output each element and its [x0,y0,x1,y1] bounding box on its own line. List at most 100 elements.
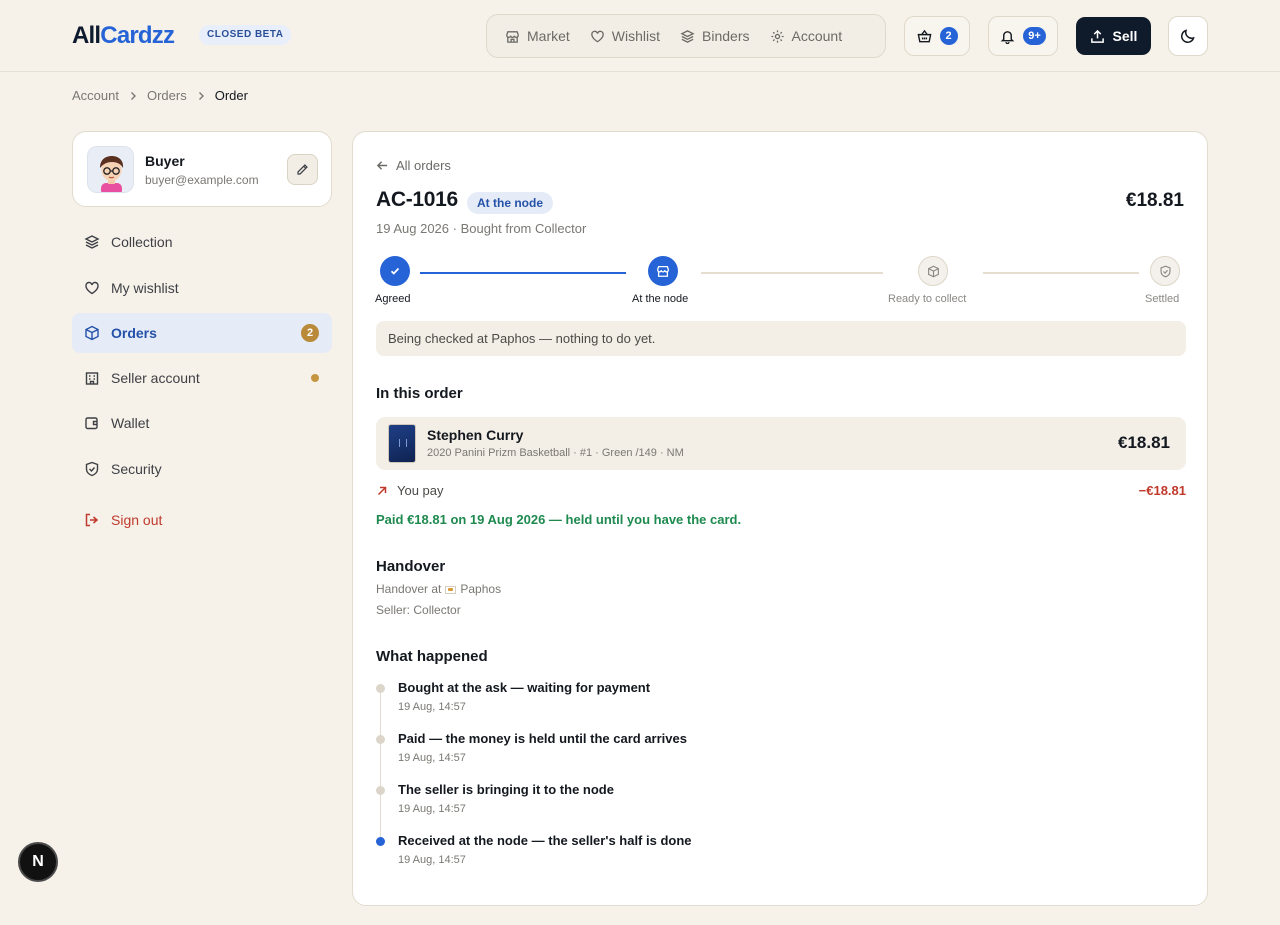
edit-profile-button[interactable] [287,154,318,185]
pencil-icon [297,164,308,175]
building-icon [85,372,99,385]
timeline-dot [376,786,385,795]
paid-note: Paid €18.81 on 19 Aug 2026 — held until … [376,512,742,527]
sidebar-item-orders[interactable]: Orders 2 [72,313,332,353]
step-label-agreed: Agreed [375,293,411,305]
item-price: €18.81 [1118,433,1170,452]
theme-toggle-button[interactable] [1168,16,1208,56]
timeline-dot-current [376,837,385,846]
sidebar-item-collection[interactable]: Collection [72,222,332,262]
nav-wishlist[interactable]: Wishlist [580,20,670,52]
profile-email: buyer@example.com [145,173,259,187]
gear-icon [770,29,784,43]
profile-card: Buyer buyer@example.com [72,131,332,207]
sign-out-button[interactable]: Sign out [72,500,332,540]
timeline-event-title: The seller is bringing it to the node [398,782,614,797]
bell-icon [1000,30,1015,44]
item-name: Stephen Curry [427,427,524,443]
order-detail-card: All orders AC-1016 At the node €18.81 19… [352,131,1208,906]
step-label-node: At the node [632,293,689,305]
beta-badge: CLOSED BETA [199,25,292,45]
store-icon [657,265,669,277]
nav-binders[interactable]: Binders [670,20,759,52]
step-ready-indicator [918,256,948,286]
cart-count: 2 [939,27,958,45]
pay-label: You pay [397,483,444,498]
step-label-settled: Settled [1145,293,1180,305]
timeline-event-title: Bought at the ask — waiting for payment [398,680,651,695]
sidebar-item-security[interactable]: Security [72,449,332,489]
profile-name: Buyer [145,153,185,169]
chevron-right-icon [198,91,204,100]
breadcrumb-order: Order [214,88,248,103]
timeline-dot [376,684,385,693]
handover-title: Handover [376,558,446,575]
shield-icon [1159,265,1171,277]
avatar [87,146,134,193]
step-node-indicator [648,256,678,286]
back-to-orders-link[interactable]: All orders [376,158,451,173]
check-icon [390,267,400,275]
breadcrumb-orders[interactable]: Orders [147,88,187,103]
avatar-illustration [100,156,124,192]
step-agreed-indicator [380,256,410,286]
timeline-line [380,688,381,838]
step-connector-pending [983,272,1139,274]
box-icon [927,265,939,277]
notifications-button[interactable]: 9+ [988,16,1058,56]
status-notice: Being checked at Paphos — nothing to do … [376,321,1186,356]
orders-count-badge: 2 [301,324,319,342]
chevron-right-icon [130,91,136,100]
shield-icon [85,461,99,477]
order-meta: 19 Aug 2026 · Bought from Collector [376,221,587,236]
timeline-event-time: 19 Aug, 14:57 [398,803,466,815]
nav-market[interactable]: Market [495,20,580,52]
upload-icon [1090,29,1104,43]
notification-count: 9+ [1023,27,1046,45]
wallet-icon [85,417,98,430]
box-icon [85,325,99,341]
step-label-ready: Ready to collect [888,293,967,305]
app-logo[interactable]: AllCardzz [72,22,175,50]
timeline-event-title: Paid — the money is held until the card … [398,731,687,746]
timeline-dot [376,735,385,744]
layers-icon [680,29,695,43]
sidebar-item-wishlist[interactable]: My wishlist [72,268,332,308]
payment-row: You pay −€18.81 [376,483,1186,498]
history-title: What happened [376,648,488,665]
sidebar-item-wallet[interactable]: Wallet [72,403,332,443]
dev-tools-badge[interactable]: N [18,842,58,882]
seller-attention-dot [311,374,319,382]
order-total: €18.81 [1125,190,1184,211]
timeline-event-time: 19 Aug, 14:57 [398,701,466,713]
timeline-event-time: 19 Aug, 14:57 [398,752,466,764]
order-item-row[interactable]: Stephen Curry 2020 Panini Prizm Basketba… [376,417,1186,470]
sell-button[interactable]: Sell [1076,17,1151,55]
nav-account[interactable]: Account [760,20,853,52]
moon-icon [1181,29,1195,43]
breadcrumb: Account Orders Order [72,88,248,103]
status-badge: At the node [467,192,553,214]
heart-icon [85,281,99,295]
card-thumbnail [388,424,416,463]
logout-icon [85,513,99,527]
step-connector-pending [701,272,883,274]
heart-icon [591,30,604,42]
main-nav: Market Wishlist Binders Account [486,14,886,58]
cyprus-flag-icon [445,586,457,594]
seller-line: Seller: Collector [376,603,461,617]
arrow-up-right-icon [377,486,387,495]
in-this-order-title: In this order [376,385,463,402]
handover-location: Handover at Paphos [376,582,502,596]
cart-button[interactable]: 2 [904,16,970,56]
item-detail: 2020 Panini Prizm Basketball · #1 · Gree… [427,447,684,459]
arrow-left-icon [376,161,388,170]
breadcrumb-account[interactable]: Account [72,88,119,103]
sidebar-item-seller-account[interactable]: Seller account [72,358,332,398]
basket-icon [917,29,931,42]
pay-amount: −€18.81 [1138,483,1186,498]
timeline-event-title: Received at the node — the seller's half… [398,833,692,848]
order-id: AC-1016 [376,188,458,211]
layers-icon [84,235,100,249]
step-connector-done [420,272,626,274]
